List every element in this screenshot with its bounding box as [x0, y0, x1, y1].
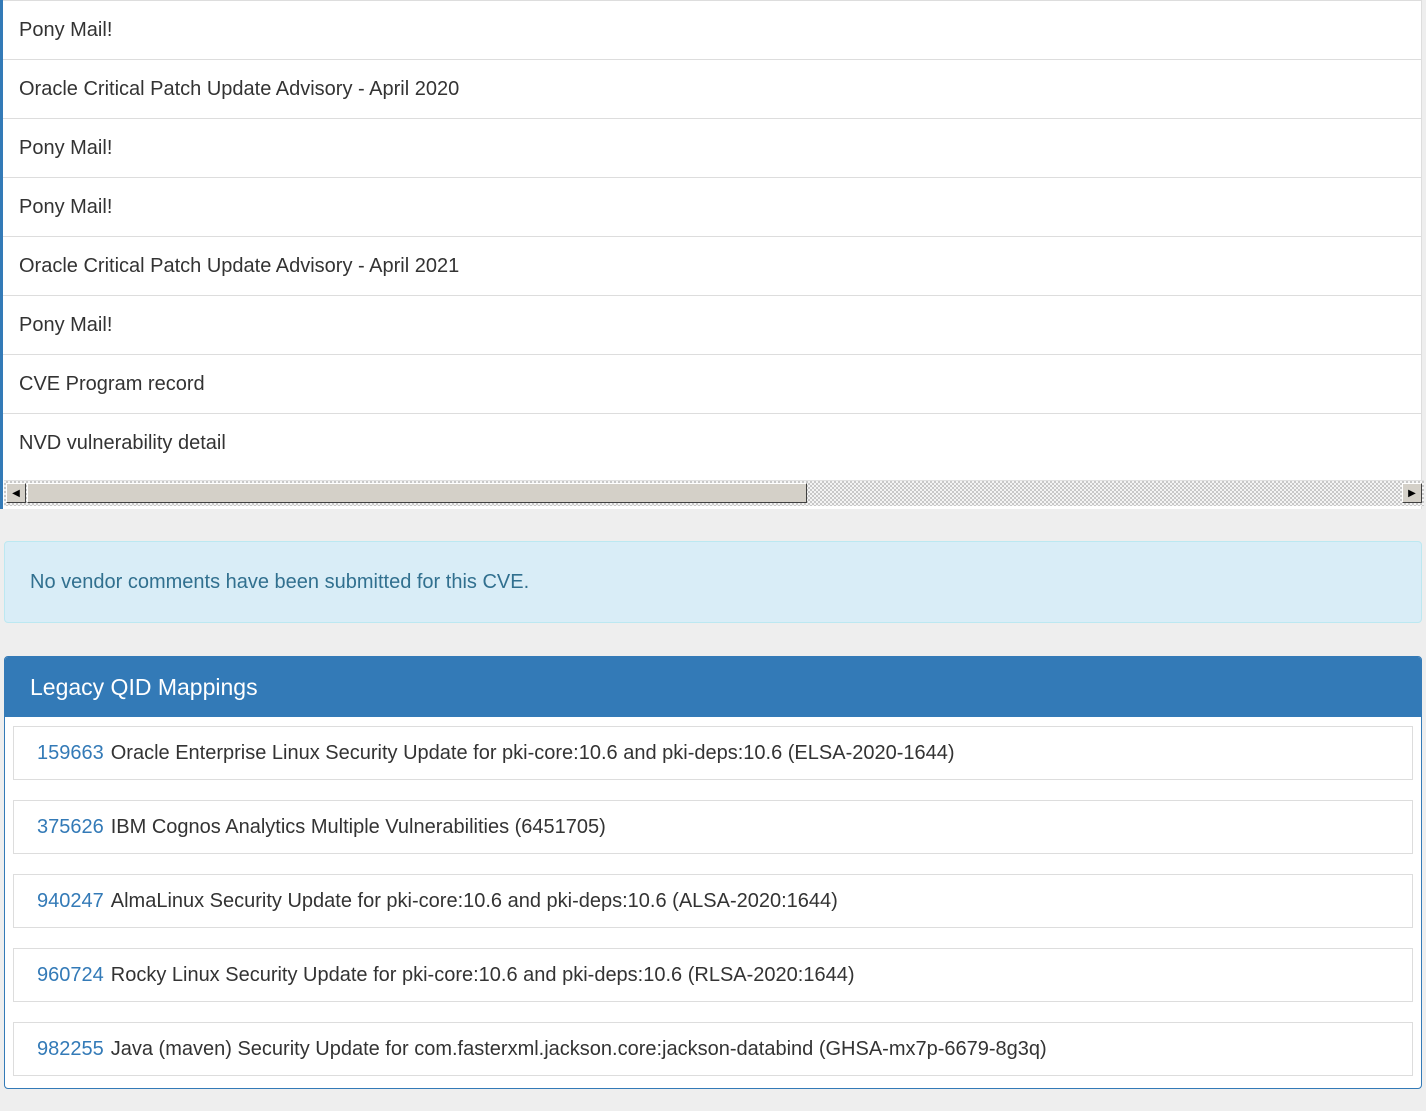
reference-row[interactable]: Oracle Critical Patch Update Advisory - … [3, 60, 1421, 119]
panel-heading: Legacy QID Mappings [5, 657, 1421, 717]
qid-link[interactable]: 940247 [37, 890, 104, 913]
reference-row[interactable]: Pony Mail! [3, 296, 1421, 355]
qid-item: 375626 IBM Cognos Analytics Multiple Vul… [13, 800, 1413, 854]
qid-description: Java (maven) Security Update for com.fas… [110, 1037, 1047, 1060]
qid-link[interactable]: 159663 [37, 742, 104, 765]
references-table: Pony Mail! Oracle Critical Patch Update … [0, 0, 1424, 509]
reference-row[interactable]: Pony Mail! [3, 178, 1421, 237]
reference-row[interactable]: Pony Mail! [3, 1, 1421, 60]
qid-description: Rocky Linux Security Update for pki-core… [110, 963, 855, 986]
vendor-comments-alert: No vendor comments have been submitted f… [4, 541, 1422, 623]
reference-row[interactable]: NVD vulnerability detail [3, 414, 1421, 472]
horizontal-scrollbar[interactable]: ◀ ▶ [4, 480, 1424, 506]
scroll-left-arrow-icon[interactable]: ◀ [6, 483, 26, 503]
qid-item: 940247 AlmaLinux Security Update for pki… [13, 874, 1413, 928]
qid-item: 159663 Oracle Enterprise Linux Security … [13, 726, 1413, 780]
scroll-right-arrow-icon[interactable]: ▶ [1402, 483, 1422, 503]
qid-description: IBM Cognos Analytics Multiple Vulnerabil… [110, 815, 606, 838]
qid-list: 159663 Oracle Enterprise Linux Security … [5, 717, 1421, 1076]
panel-title: Legacy QID Mappings [30, 673, 258, 700]
qid-item: 982255 Java (maven) Security Update for … [13, 1022, 1413, 1076]
reference-list: Pony Mail! Oracle Critical Patch Update … [3, 0, 1421, 472]
reference-row[interactable]: Oracle Critical Patch Update Advisory - … [3, 237, 1421, 296]
qid-description: AlmaLinux Security Update for pki-core:1… [110, 889, 838, 912]
scrollbar-thumb[interactable] [27, 483, 807, 503]
qid-link[interactable]: 375626 [37, 816, 104, 839]
qid-description: Oracle Enterprise Linux Security Update … [110, 741, 955, 764]
qid-link[interactable]: 960724 [37, 964, 104, 987]
qid-item: 960724 Rocky Linux Security Update for p… [13, 948, 1413, 1002]
vendor-comments-message: No vendor comments have been submitted f… [30, 570, 530, 593]
qid-link[interactable]: 982255 [37, 1038, 104, 1061]
reference-row[interactable]: CVE Program record [3, 355, 1421, 414]
reference-row[interactable]: Pony Mail! [3, 119, 1421, 178]
legacy-qid-panel: Legacy QID Mappings 159663 Oracle Enterp… [4, 656, 1422, 1089]
